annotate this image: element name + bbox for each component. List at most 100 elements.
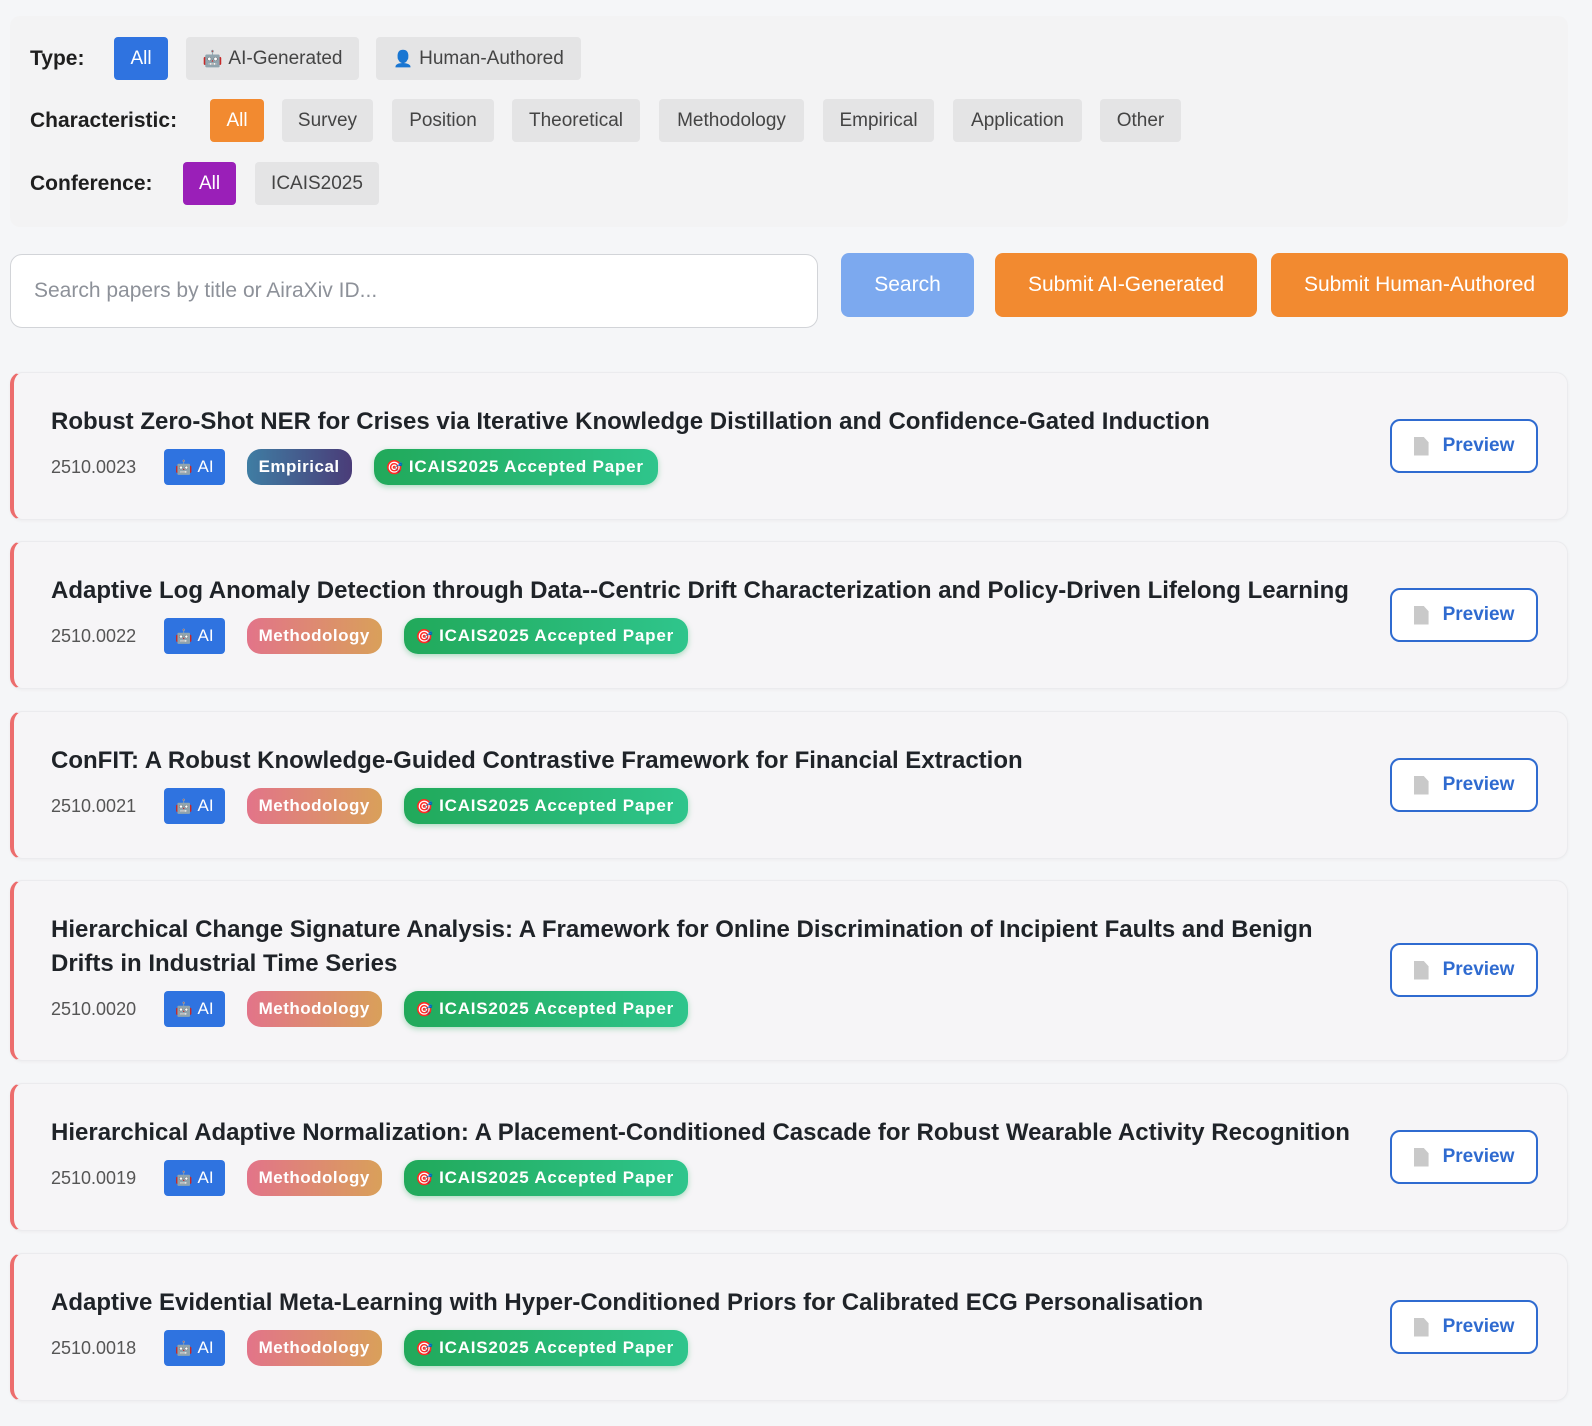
characteristic-filter-theoretical[interactable]: Theoretical: [512, 99, 640, 142]
paper-card: Robust Zero-Shot NER for Crises via Iter…: [10, 372, 1568, 520]
characteristic-filter-empirical[interactable]: Empirical: [823, 99, 934, 142]
characteristic-filter-methodology[interactable]: Methodology: [659, 99, 804, 142]
preview-label: Preview: [1442, 774, 1515, 795]
chip-label: Application: [971, 109, 1064, 131]
characteristic-filter-survey[interactable]: Survey: [282, 99, 373, 142]
chip-label: All: [198, 172, 221, 194]
submit-human-authored-button[interactable]: Submit Human-Authored: [1271, 253, 1568, 317]
ai-badge-label: AI: [197, 999, 214, 1018]
target-icon: 🎯: [415, 1000, 435, 1017]
submit-ai-generated-button[interactable]: Submit AI-Generated: [995, 253, 1257, 317]
conference-badge-label: ICAIS2025 Accepted Paper: [439, 999, 675, 1018]
type-filter-label: Type:: [30, 47, 85, 70]
ai-badge: 🤖 AI: [164, 449, 225, 485]
preview-label: Preview: [1442, 604, 1515, 625]
search-input[interactable]: [10, 254, 818, 328]
chip-label: All: [226, 109, 248, 131]
robot-icon: 🤖: [175, 1000, 193, 1017]
paper-title[interactable]: Hierarchical Adaptive Normalization: A P…: [51, 1116, 1352, 1150]
ai-badge: 🤖 AI: [164, 788, 225, 824]
chip-label: Position: [409, 109, 477, 131]
chip-label: All: [130, 47, 152, 69]
paper-card: Adaptive Log Anomaly Detection through D…: [10, 541, 1568, 689]
document-icon: [1413, 605, 1429, 625]
paper-card: Hierarchical Change Signature Analysis: …: [10, 880, 1568, 1061]
conference-badge: 🎯 ICAIS2025 Accepted Paper: [403, 1330, 689, 1366]
preview-label: Preview: [1442, 435, 1515, 456]
paper-id: 2510.0023: [51, 456, 137, 477]
paper-id: 2510.0020: [51, 998, 137, 1019]
characteristic-badge: Empirical: [246, 449, 352, 485]
robot-icon: 🤖: [175, 627, 193, 644]
type-filter-human-authored[interactable]: 👤 Human-Authored: [376, 37, 581, 80]
paper-meta: 2510.0020 🤖 AI Methodology 🎯 ICAIS2025 Acc…: [51, 991, 710, 1027]
paper-title[interactable]: Adaptive Evidential Meta-Learning with H…: [51, 1286, 1352, 1320]
characteristic-badge: Methodology: [246, 991, 382, 1027]
conference-filter-icais2025[interactable]: ICAIS2025: [255, 162, 379, 205]
preview-label: Preview: [1442, 1146, 1515, 1167]
target-icon: 🎯: [415, 797, 435, 814]
paper-id: 2510.0018: [51, 1337, 137, 1358]
characteristic-badge: Methodology: [246, 1160, 382, 1196]
characteristic-filter-position[interactable]: Position: [392, 99, 494, 142]
ai-badge-label: AI: [197, 1338, 214, 1357]
conference-filter-row: Conference:: [10, 162, 1568, 206]
target-icon: 🎯: [415, 1169, 435, 1186]
target-icon: 🎯: [385, 458, 404, 475]
ai-badge-label: AI: [197, 457, 214, 476]
paper-card: ConFIT: A Robust Knowledge-Guided Contra…: [10, 711, 1568, 859]
paper-meta: 2510.0019 🤖 AI Methodology 🎯 ICAIS2025 Acc…: [51, 1160, 710, 1196]
conference-badge: 🎯 ICAIS2025 Accepted Paper: [403, 618, 689, 654]
chip-label: Survey: [297, 109, 358, 131]
document-icon: [1413, 775, 1429, 795]
paper-id: 2510.0022: [51, 625, 137, 646]
paper-meta: 2510.0022 🤖 AI Methodology 🎯 ICAIS2025 Acc…: [51, 618, 710, 654]
characteristic-filter-application[interactable]: Application: [953, 99, 1082, 142]
document-icon: [1413, 1317, 1429, 1337]
search-button[interactable]: Search: [841, 253, 974, 317]
conference-filter-all[interactable]: All: [183, 162, 236, 205]
chip-label: Other: [1116, 109, 1165, 131]
robot-icon: 🤖: [175, 1169, 193, 1186]
paper-card: Adaptive Evidential Meta-Learning with H…: [10, 1253, 1568, 1401]
paper-meta: 2510.0018 🤖 AI Methodology 🎯 ICAIS2025 Acc…: [51, 1330, 710, 1366]
robot-icon: 🤖: [175, 797, 193, 814]
filter-panel: Type: All 🤖 AI-Generated 👤 Human-Authore…: [10, 16, 1568, 227]
paper-title[interactable]: Robust Zero-Shot NER for Crises via Iter…: [51, 405, 1352, 439]
preview-button[interactable]: Preview: [1390, 588, 1538, 642]
preview-button[interactable]: Preview: [1390, 1300, 1538, 1354]
preview-label: Preview: [1442, 959, 1515, 980]
person-icon: 👤: [393, 50, 414, 68]
chip-label: Empirical: [839, 109, 918, 131]
conference-badge: 🎯 ICAIS2025 Accepted Paper: [373, 449, 658, 485]
paper-meta: 2510.0023 🤖 AI Empirical 🎯 ICAIS2025 Accep…: [51, 449, 680, 485]
characteristic-filter-all[interactable]: All: [210, 99, 264, 142]
preview-button[interactable]: Preview: [1390, 758, 1538, 812]
ai-badge-label: AI: [197, 1168, 214, 1187]
conference-badge-label: ICAIS2025 Accepted Paper: [439, 1338, 675, 1357]
paper-title[interactable]: ConFIT: A Robust Knowledge-Guided Contra…: [51, 744, 1352, 778]
paper-title[interactable]: Adaptive Log Anomaly Detection through D…: [51, 574, 1352, 608]
characteristic-badge: Methodology: [246, 618, 382, 654]
chip-label: Methodology: [677, 109, 786, 131]
conference-badge-label: ICAIS2025 Accepted Paper: [439, 796, 675, 815]
paper-title[interactable]: Hierarchical Change Signature Analysis: …: [51, 913, 1352, 981]
preview-button[interactable]: Preview: [1390, 1130, 1538, 1184]
type-filter-all[interactable]: All: [114, 37, 168, 80]
ai-badge-label: AI: [197, 626, 214, 645]
ai-badge-label: AI: [197, 796, 214, 815]
preview-button[interactable]: Preview: [1390, 419, 1538, 473]
robot-icon: 🤖: [175, 458, 193, 475]
document-icon: [1413, 1147, 1429, 1167]
robot-icon: 🤖: [202, 50, 223, 68]
paper-id: 2510.0021: [51, 795, 137, 816]
chip-label: Theoretical: [529, 109, 623, 131]
characteristic-badge: Methodology: [246, 788, 382, 824]
conference-badge-label: ICAIS2025 Accepted Paper: [439, 626, 675, 645]
paper-card: Hierarchical Adaptive Normalization: A P…: [10, 1083, 1568, 1231]
target-icon: 🎯: [415, 1339, 435, 1356]
type-filter-ai-generated[interactable]: 🤖 AI-Generated: [186, 37, 359, 80]
conference-badge: 🎯 ICAIS2025 Accepted Paper: [403, 788, 689, 824]
preview-button[interactable]: Preview: [1390, 943, 1538, 997]
characteristic-filter-other[interactable]: Other: [1100, 99, 1181, 142]
